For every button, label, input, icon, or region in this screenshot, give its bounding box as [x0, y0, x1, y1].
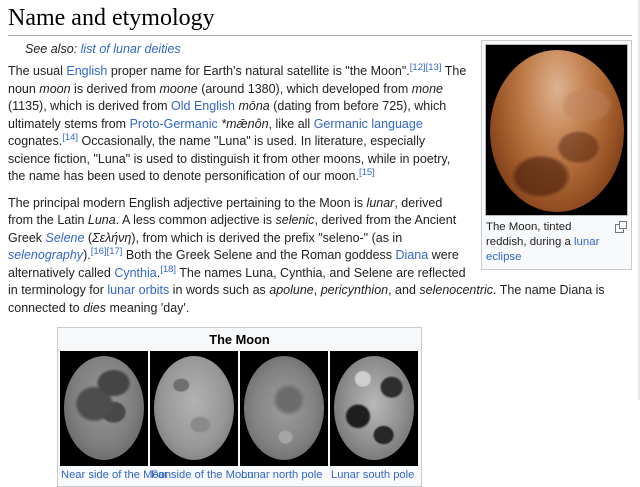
italic-term: Σελήνη — [92, 231, 131, 245]
caption-text: The Moon, tinted reddish, during a — [486, 221, 574, 248]
eclipse-moon-image[interactable] — [485, 44, 628, 216]
far-side-moon-graphic — [154, 356, 234, 460]
reference-superscript: [17] — [107, 246, 123, 257]
body-text: The principal modern English adjective p… — [8, 196, 367, 210]
body-text: is derived from — [71, 82, 160, 96]
reference-superscript: [18] — [160, 263, 176, 274]
italic-term: mone — [412, 82, 443, 96]
italic-term: moone — [159, 82, 197, 96]
body-text: (1135), which is derived from — [8, 99, 171, 113]
south-pole-link[interactable]: Lunar south pole — [331, 469, 414, 481]
moon-gallery: The Moon Near side of the Moon Far side … — [57, 327, 422, 487]
reference-link[interactable]: [17] — [107, 246, 123, 257]
south-pole-moon-graphic — [334, 356, 414, 460]
gallery-caption: Lunar north pole — [240, 466, 328, 484]
body-text: cognates. — [8, 134, 62, 148]
italic-term: mōna — [238, 99, 269, 113]
italic-term: Luna — [88, 213, 116, 227]
reference-link[interactable]: [14] — [62, 132, 78, 143]
body-text: proper name for Earth's natural satellit… — [107, 64, 409, 78]
reference-superscript: [12] — [410, 62, 426, 73]
wiki-link[interactable]: Diana — [396, 248, 429, 262]
italic-term: moon — [39, 82, 70, 96]
section-heading: Name and etymology — [8, 5, 632, 36]
enlarge-icon[interactable] — [615, 221, 627, 233]
gallery-caption: Lunar south pole — [330, 466, 418, 484]
section-heading-text: Name and etymology — [8, 5, 215, 31]
near-side-moon-graphic — [64, 356, 144, 460]
wiki-link-italic[interactable]: selenography — [8, 248, 83, 262]
north-pole-image[interactable] — [240, 351, 328, 466]
reference-superscript: [15] — [359, 167, 375, 178]
thumbnail-caption: The Moon, tinted reddish, during a lunar… — [485, 216, 628, 266]
gallery-item: Far side of the Moon — [150, 351, 238, 484]
italic-term: selenocentric — [419, 283, 493, 297]
body-text: The usual — [8, 64, 66, 78]
reference-superscript: [14] — [62, 132, 78, 143]
reddish-moon-graphic — [490, 50, 624, 212]
reference-link[interactable]: [15] — [359, 167, 375, 178]
north-pole-link[interactable]: Lunar north pole — [241, 469, 322, 481]
article-section: Name and etymology The Moon, tinted redd… — [0, 0, 640, 487]
gallery-item: Lunar north pole — [240, 351, 328, 484]
body-text: . A less common adjective is — [116, 213, 276, 227]
far-side-image[interactable] — [150, 351, 238, 466]
eclipse-thumbnail: The Moon, tinted reddish, during a lunar… — [481, 40, 632, 270]
body-text: ). — [83, 248, 91, 262]
body-text: , and — [388, 283, 419, 297]
body-text: (around 1380), which developed from — [198, 82, 412, 96]
reference-superscript: [16] — [91, 246, 107, 257]
reference-link[interactable]: [12] — [410, 62, 426, 73]
wiki-link[interactable]: lunar orbits — [107, 283, 169, 297]
body-text: , like all — [269, 117, 314, 131]
italic-term: *mǣnôn — [221, 117, 268, 131]
body-text: meaning 'day'. — [106, 301, 189, 315]
near-side-image[interactable] — [60, 351, 148, 466]
south-pole-image[interactable] — [330, 351, 418, 466]
see-also-label: See also: — [25, 42, 81, 56]
gallery-caption: Near side of the Moon — [60, 466, 148, 484]
wiki-link[interactable]: Old English — [171, 99, 235, 113]
body-text: in words such as — [169, 283, 269, 297]
gallery-item: Near side of the Moon — [60, 351, 148, 484]
wiki-link-italic[interactable]: Selene — [46, 231, 85, 245]
wiki-link[interactable]: Proto-Germanic — [130, 117, 218, 131]
italic-term: selenic — [276, 213, 315, 227]
reference-link[interactable]: [13] — [426, 62, 442, 73]
italic-term: dies — [83, 301, 106, 315]
body-text: ( — [84, 231, 92, 245]
italic-term: pericynthion — [321, 283, 388, 297]
reference-link[interactable]: [18] — [160, 263, 176, 274]
wiki-link[interactable]: English — [66, 64, 107, 78]
reference-superscript: [13] — [426, 62, 442, 73]
italic-term: apolune — [269, 283, 314, 297]
wiki-link[interactable]: Germanic language — [314, 117, 423, 131]
gallery-item: Lunar south pole — [330, 351, 418, 484]
gallery-title: The Moon — [60, 330, 419, 351]
gallery-caption: Far side of the Moon — [150, 466, 238, 484]
gallery-tiles: Near side of the Moon Far side of the Mo… — [60, 351, 419, 484]
italic-term: lunar — [367, 196, 395, 210]
far-side-link[interactable]: Far side of the Moon — [151, 469, 254, 481]
body-text: Both the Greek Selene and the Roman godd… — [122, 248, 395, 262]
wiki-link[interactable]: Cynthia — [114, 266, 156, 280]
body-text: , — [314, 283, 321, 297]
reference-link[interactable]: [16] — [91, 246, 107, 257]
north-pole-moon-graphic — [244, 356, 324, 460]
body-text: ), from which is derived the prefix "sel… — [131, 231, 402, 245]
see-also-link[interactable]: list of lunar deities — [81, 42, 181, 56]
